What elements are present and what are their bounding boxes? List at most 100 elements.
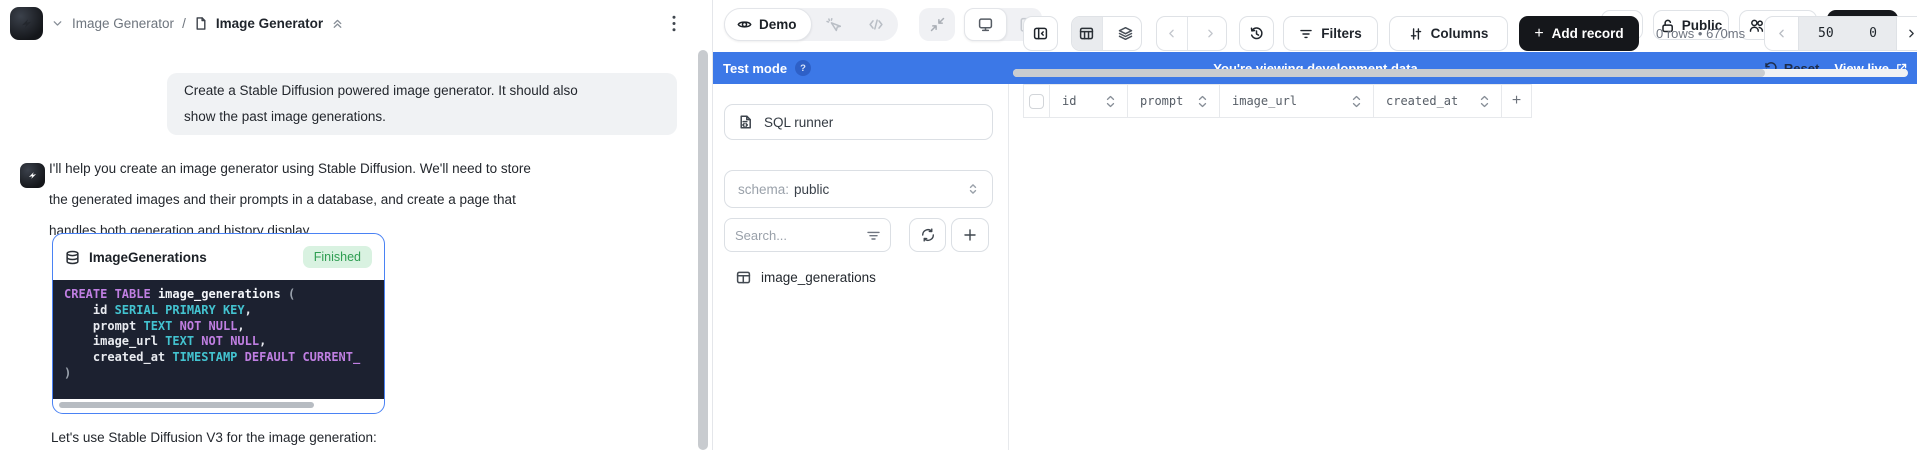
schema-value: public [794,182,829,197]
breadcrumb-project[interactable]: Image Generator [72,16,174,31]
sql-runner-label: SQL runner [764,115,833,130]
select-all-cell [1024,85,1050,117]
users-icon [1749,18,1764,33]
record-prev-button[interactable] [1157,17,1188,50]
view-mode-segment [1071,16,1142,51]
column-label: id [1062,94,1076,108]
filters-button[interactable]: Filters [1283,16,1378,51]
table-icon [736,270,751,285]
code-view-button[interactable] [855,8,898,41]
panel-toggle-icon [1033,26,1048,41]
column-header-created_at[interactable]: created_at [1374,85,1502,117]
page-title[interactable]: Image Generator [216,16,323,31]
sql-task-title: ImageGenerations [89,250,207,265]
assistant-avatar [20,163,45,188]
logo-arrow-icon [18,15,35,32]
pagination-control: 50 0 [1764,16,1917,51]
test-mode-banner: Test mode ? You're viewing development d… [713,52,1917,84]
add-record-button[interactable]: + Add record [1519,16,1639,51]
row-count-status: 0 rows • 670ms [1656,16,1745,51]
workspace-chevron-down-icon[interactable] [51,17,64,30]
columns-sliders-icon [1409,27,1423,41]
sort-icon [1480,95,1489,108]
record-nav-segment [1156,16,1227,51]
magic-cursor-button[interactable] [812,8,855,41]
column-header-image_url[interactable]: image_url [1220,85,1374,117]
demo-label: Demo [759,17,797,32]
chevron-right-icon [1905,27,1917,40]
chevron-left-icon [1165,27,1178,40]
sort-icon [1198,95,1207,108]
panel-toggle-button[interactable] [1023,16,1058,51]
grid-header-row: id prompt image_url created_at + [1023,84,1532,118]
tables-list: image_generations [713,264,1008,291]
table-name: image_generations [761,270,876,285]
filter-icon [1299,27,1313,41]
layers-view-button[interactable] [1111,17,1141,50]
app-window: Image Generator / Image Generator Create… [0,0,1917,450]
code-block: CREATE TABLE image_generations ( id SERI… [53,280,384,399]
mode-segment: Demo [724,8,898,41]
code-horizontal-scrollbar[interactable] [59,402,314,408]
sort-icon [1106,95,1115,108]
filters-label: Filters [1321,26,1362,41]
table-grid-icon [1079,26,1094,41]
plus-glyph: + [1534,26,1543,42]
magic-cursor-icon [825,17,841,33]
page-next-button[interactable] [1897,17,1917,50]
column-label: image_url [1232,94,1297,108]
history-button[interactable] [1239,16,1274,51]
demo-button[interactable]: Demo [724,8,812,41]
desktop-view-button[interactable] [964,8,1007,41]
page-offset-value[interactable]: 0 [1869,26,1877,41]
grid-scrollbar-thumb[interactable] [1013,69,1765,77]
history-icon [1249,26,1264,41]
chat-menu-kebab-icon[interactable] [662,11,686,35]
collapse-header-icon[interactable] [331,16,344,30]
layers-icon [1118,26,1133,41]
columns-label: Columns [1431,26,1489,41]
collapse-viewport-button[interactable] [919,8,955,41]
code-icon [868,17,884,32]
select-all-checkbox[interactable] [1029,94,1044,109]
search-filter-icon[interactable] [867,229,880,242]
sql-task-card[interactable]: ImageGenerations Finished CREATE TABLE i… [52,233,385,414]
sql-file-icon [738,114,753,130]
column-header-prompt[interactable]: prompt [1128,85,1220,117]
schema-select[interactable]: schema: public [724,170,993,208]
collapse-arrows-icon [930,17,945,32]
record-next-button[interactable] [1196,17,1226,50]
sql-runner-button[interactable]: SQL runner [724,104,993,140]
table-view-button[interactable] [1072,17,1103,50]
page-prev-button[interactable] [1765,17,1798,50]
sort-icon [1352,95,1361,108]
test-mode-label: Test mode [723,61,787,76]
refresh-tables-button[interactable] [909,218,946,252]
add-record-label: Add record [1552,26,1624,41]
grid-horizontal-scrollbar [1013,69,1908,77]
table-search-input[interactable] [735,228,861,243]
assistant-closing-text: Let's use Stable Diffusion V3 for the im… [51,430,377,445]
add-table-button[interactable] [951,218,989,252]
column-label: prompt [1140,94,1183,108]
preview-panel: Demo [712,0,1917,450]
page-size-value[interactable]: 50 [1818,26,1834,41]
grid-header-columns: id prompt image_url created_at [1050,85,1502,117]
select-chevrons-icon [967,182,979,196]
columns-button[interactable]: Columns [1389,16,1508,51]
banner-left: Test mode ? [723,60,811,76]
sql-task-card-header: ImageGenerations Finished [53,234,384,280]
column-header-id[interactable]: id [1050,85,1128,117]
logo-arrow-icon [26,169,39,182]
app-logo[interactable] [10,7,43,40]
chat-vertical-scrollbar[interactable] [698,50,708,450]
schema-label: schema: [738,182,789,197]
page-document-icon [194,16,208,31]
help-badge[interactable]: ? [795,60,811,76]
status-badge: Finished [303,246,372,268]
eye-icon [737,17,752,32]
add-column-button[interactable]: + [1502,85,1532,117]
table-list-item[interactable]: image_generations [713,264,1008,291]
monitor-icon [978,17,993,32]
column-label: created_at [1386,94,1458,108]
